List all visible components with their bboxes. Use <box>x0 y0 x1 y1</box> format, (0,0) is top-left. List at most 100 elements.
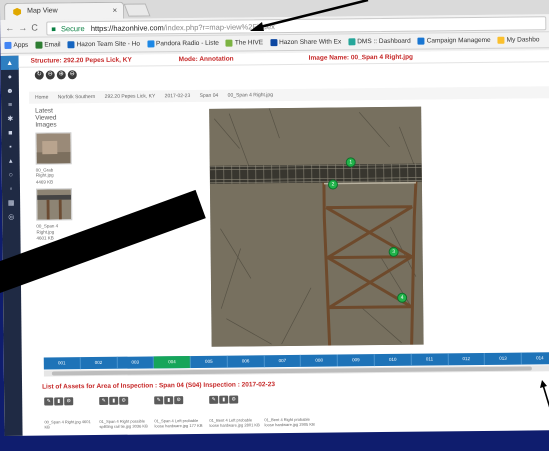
bookmark-item[interactable]: DMS :: Dashboard <box>348 38 411 46</box>
breadcrumb-item[interactable]: Norfolk Southern <box>58 94 96 100</box>
forward-arrow-icon[interactable]: → <box>18 23 27 33</box>
reload-icon[interactable]: C <box>31 23 38 33</box>
zoom-reset-icon[interactable]: ⊖ <box>45 70 55 80</box>
span-button[interactable]: 006 <box>227 355 265 368</box>
span-button[interactable]: 008 <box>301 354 339 367</box>
annotation-arrow-small-icon <box>540 380 549 408</box>
browser-window: Map View × ← → C ■ Secure https://hazonh… <box>0 0 549 436</box>
thumb-caption: 00_Grab Right.jpg <box>35 167 54 179</box>
asset-caption[interactable]: 01_Span 4 Right possible splitting rail … <box>99 418 151 429</box>
bookmark-item[interactable]: Hazon Share With Ex <box>270 38 342 47</box>
address-bar[interactable]: ■ Secure https://hazonhive.com/index.php… <box>46 16 547 36</box>
bookmark-label: Hazon Share With Ex <box>279 38 342 47</box>
folder-icon[interactable]: ■ <box>1 126 19 140</box>
asset-caption[interactable]: 00_Span 4 Right.jpg 4601 KB <box>44 419 96 429</box>
tab-close-icon[interactable]: × <box>112 6 117 15</box>
settings-icon[interactable]: ⚙ <box>174 396 184 405</box>
span-button[interactable]: 014 <box>521 352 549 365</box>
image-name-label: Image Name: 00_Span 4 Right.jpg <box>308 53 414 62</box>
settings-icon[interactable]: ⚙ <box>119 396 129 405</box>
bookmark-icon <box>348 38 356 46</box>
bookmark-item[interactable]: Campaign Manageme <box>417 37 491 45</box>
delete-icon[interactable]: ▮ <box>164 396 174 405</box>
delete-icon[interactable]: ▮ <box>54 397 64 406</box>
new-tab-button[interactable] <box>123 3 151 17</box>
bookmark-item[interactable]: Email <box>35 41 61 49</box>
bookmark-item[interactable]: Apps <box>4 42 28 49</box>
chart-icon[interactable]: ▪ <box>1 140 19 154</box>
latest-viewed-title: Latest Viewed Images <box>35 107 57 129</box>
breadcrumb-item: 00_Span 4 Right.jpg <box>227 92 273 99</box>
breadcrumb-item[interactable]: Span 04 <box>200 93 219 99</box>
map-icon[interactable]: ▲ <box>0 55 19 70</box>
latest-thumb[interactable]: 00_Grab Right.jpg 4469 KB <box>35 132 72 185</box>
back-arrow-icon[interactable]: ← <box>5 23 14 33</box>
zoom-out-icon[interactable]: ⊖ <box>67 70 77 80</box>
asset-caption[interactable]: 01_Bent 4 Left probable loose hardware.j… <box>209 417 261 427</box>
span-button[interactable]: 011 <box>411 353 449 366</box>
assets-title: List of Assets for Area of Inspection : … <box>42 381 275 390</box>
bookmark-item[interactable]: Pandora Radio - Liste <box>146 39 219 48</box>
upload-icon[interactable]: ▴ <box>2 154 20 168</box>
gear-icon[interactable]: ✱ <box>1 112 19 126</box>
span-button[interactable]: 002 <box>80 356 118 370</box>
span-button[interactable]: 010 <box>374 353 412 367</box>
edit-icon[interactable]: ✎ <box>154 396 164 405</box>
latest-viewed-panel: Latest Viewed Images 00_Grab Right.jpg 4… <box>35 107 76 241</box>
bookmark-icon <box>146 40 155 48</box>
edit-icon[interactable]: ✎ <box>99 396 109 405</box>
asset-caption[interactable]: 01_Bent 4 Right probable loose hardware.… <box>264 417 316 427</box>
span-button[interactable]: 007 <box>264 354 302 368</box>
bookmark-item[interactable]: The HIVE <box>225 39 264 47</box>
breadcrumb-item[interactable]: 292.20 Pepes Lick, KY <box>105 93 156 100</box>
thumb-size: 4469 KB <box>35 179 54 185</box>
span-button[interactable]: 012 <box>448 352 486 366</box>
thumbnail-image <box>35 132 72 165</box>
delete-icon[interactable]: ▮ <box>219 395 229 404</box>
image-viewer[interactable]: 1 2 3 4 <box>209 106 424 347</box>
mode-label: Mode: Annotation <box>178 55 234 64</box>
menu-icon[interactable]: ≡ <box>1 98 19 112</box>
settings-icon[interactable]: ◎ <box>2 210 20 224</box>
rotate-icon[interactable]: ↻ <box>34 70 44 80</box>
annotation-marker[interactable]: 1 <box>345 157 356 168</box>
bookmark-item[interactable]: My Dashbo <box>497 36 540 44</box>
span-button[interactable]: 001 <box>43 357 81 370</box>
delete-icon[interactable]: ▮ <box>109 396 119 405</box>
breadcrumb-item[interactable]: Home <box>35 94 48 100</box>
annotation-marker[interactable]: 2 <box>327 179 339 190</box>
span-button[interactable]: 009 <box>337 354 375 367</box>
annotation-marker[interactable]: 3 <box>388 246 399 257</box>
breadcrumb-item[interactable]: 2017-02-23 <box>165 93 191 99</box>
settings-icon[interactable]: ⚙ <box>64 397 74 406</box>
asset-caption[interactable]: 01_Span 4 Left probable loose hardware.j… <box>154 418 206 428</box>
latest-thumb[interactable]: 00_Span 4 Right.jpg 4601 KB <box>35 188 73 241</box>
asset-item: ✎ ▮ ⚙ 01_Bent 4 Left probable loose hardwar… <box>209 395 264 428</box>
pin-icon[interactable]: ● <box>1 70 19 84</box>
document-icon[interactable]: ▫ <box>2 182 20 196</box>
tab-title: Map View <box>27 7 58 15</box>
span-button[interactable]: 004 <box>154 356 191 369</box>
annotation-marker[interactable]: 4 <box>397 292 408 303</box>
structure-label: Structure: 292.20 Pepes Lick, KY <box>30 56 132 65</box>
edit-icon[interactable]: ✎ <box>44 397 54 406</box>
edit-icon[interactable]: ✎ <box>209 395 219 404</box>
grid-icon[interactable]: ▦ <box>2 196 20 210</box>
zoom-in-icon[interactable]: ⊕ <box>56 70 66 80</box>
clock-icon[interactable]: ○ <box>2 168 20 182</box>
hive-favicon-icon <box>13 7 22 16</box>
user-icon[interactable]: ☻ <box>1 84 19 98</box>
bookmark-label: The HIVE <box>234 39 264 47</box>
bookmark-item[interactable]: Hazon Team Site - Ho <box>67 41 140 49</box>
bookmark-icon <box>35 41 43 49</box>
app-sidebar: ▲ ● ☻ ≡ ✱ ■ ▪ ▴ ○ ▫ ▦ ◎ <box>0 55 23 436</box>
span-button[interactable]: 013 <box>485 352 523 365</box>
thumb-caption: 00_Span 4 Right.jpg <box>36 223 59 235</box>
bookmark-label: Pandora Radio - Liste <box>155 39 219 48</box>
zoom-controls: ↻ ⊖ ⊕ ⊖ <box>34 70 77 80</box>
settings-icon[interactable]: ⚙ <box>229 395 239 404</box>
browser-tab[interactable]: Map View × <box>4 1 125 20</box>
span-button[interactable]: 005 <box>190 355 228 369</box>
bookmark-label: My Dashbo <box>506 36 540 44</box>
span-button[interactable]: 003 <box>117 356 155 369</box>
